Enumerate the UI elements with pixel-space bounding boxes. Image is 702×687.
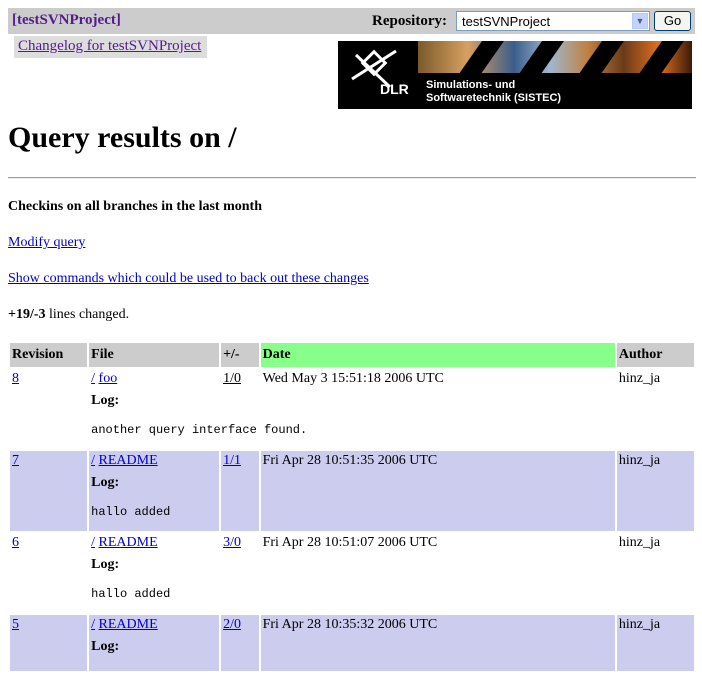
log-label: Log: [91, 557, 120, 572]
lines-changed-summary: +19/-3 lines changed. [8, 307, 129, 323]
repository-select[interactable]: testSVNProject ▼ [456, 11, 650, 31]
log-label: Log: [91, 639, 120, 654]
table-row: 6 / README Log: hallo added 3/0 Fri Apr … [10, 533, 694, 613]
diff-link[interactable]: 1/1 [223, 453, 241, 468]
repository-selected-value: testSVNProject [462, 14, 551, 29]
author-cell: hinz_ja [616, 615, 694, 671]
diff-link[interactable]: 3/0 [223, 535, 241, 550]
revision-link[interactable]: 8 [12, 371, 19, 386]
revision-link[interactable]: 6 [12, 535, 19, 550]
chevron-down-icon[interactable]: ▼ [632, 13, 648, 29]
repository-label: Repository: [372, 13, 447, 29]
backout-commands-link[interactable]: Show commands which could be used to bac… [8, 271, 369, 287]
logo-line1: Simulations- und [426, 79, 516, 91]
lines-changed-count: +19/-3 [8, 307, 46, 322]
divider [8, 177, 696, 179]
lines-changed-suffix: lines changed. [45, 307, 130, 322]
page-title: Query results on / [8, 121, 237, 154]
revision-link[interactable]: 7 [12, 453, 19, 468]
go-button[interactable]: Go [654, 11, 691, 31]
header-date[interactable]: Date [260, 343, 615, 367]
revision-link[interactable]: 5 [12, 617, 19, 632]
top-bar: [testSVNProject] Repository: testSVNProj… [8, 8, 695, 34]
dir-link[interactable]: / [91, 617, 95, 632]
author-cell: hinz_ja [616, 533, 694, 613]
logo-line2: Softwaretechnik (SISTEC) [426, 92, 562, 104]
author-cell: hinz_ja [616, 369, 694, 449]
header-file[interactable]: File [89, 343, 220, 367]
dir-link[interactable]: / [91, 371, 95, 386]
header-author[interactable]: Author [616, 343, 694, 367]
log-label: Log: [91, 393, 120, 408]
table-row: 5 / README Log: 2/0 Fri Apr 28 10:35:32 … [10, 615, 694, 671]
changelog-box: Changelog for testSVNProject [14, 36, 207, 58]
date-cell: Wed May 3 15:51:18 2006 UTC [260, 369, 615, 449]
project-link[interactable]: [testSVNProject] [12, 12, 121, 29]
author-cell: hinz_ja [616, 451, 694, 531]
dir-link[interactable]: / [91, 453, 95, 468]
dir-link[interactable]: / [91, 535, 95, 550]
log-text: hallo added [91, 505, 171, 519]
file-link[interactable]: README [99, 453, 158, 468]
diff-link[interactable]: 1/0 [223, 371, 241, 386]
file-link[interactable]: foo [99, 371, 118, 386]
table-row: 7 / README Log: hallo added 1/1 Fri Apr … [10, 451, 694, 531]
table-row: 8 / foo Log: another query interface fou… [10, 369, 694, 449]
log-label: Log: [91, 475, 120, 490]
diff-link[interactable]: 2/0 [223, 617, 241, 632]
table-header-row: Revision File +/- Date Author [10, 343, 694, 367]
file-link[interactable]: README [99, 535, 158, 550]
logo-org: DLR [380, 81, 409, 97]
date-cell: Fri Apr 28 10:35:32 2006 UTC [260, 615, 615, 671]
results-table: Revision File +/- Date Author 8 / foo Lo… [8, 341, 696, 673]
file-link[interactable]: README [99, 617, 158, 632]
date-cell: Fri Apr 28 10:51:07 2006 UTC [260, 533, 615, 613]
changelog-link[interactable]: Changelog for testSVNProject [18, 38, 201, 55]
header-plusminus[interactable]: +/- [221, 343, 259, 367]
dlr-logo-banner: DLR Simulations- und Softwaretechnik (SI… [338, 41, 692, 109]
header-revision[interactable]: Revision [10, 343, 88, 367]
log-text: hallo added [91, 587, 171, 601]
modify-query-link[interactable]: Modify query [8, 235, 85, 251]
query-description: Checkins on all branches in the last mon… [8, 199, 262, 214]
log-text: another query interface found. [91, 423, 308, 437]
date-cell: Fri Apr 28 10:51:35 2006 UTC [260, 451, 615, 531]
